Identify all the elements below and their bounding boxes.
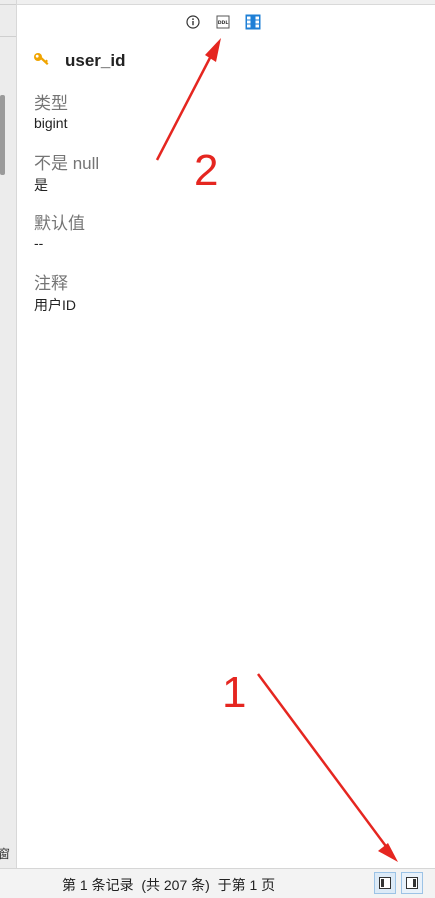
left-divider bbox=[0, 36, 16, 37]
toggle-right-panel-button[interactable] bbox=[401, 872, 423, 894]
field-name: user_id bbox=[65, 51, 126, 70]
panel-right-icon bbox=[406, 874, 418, 893]
field-info-panel: DDL user_id 类型 bigint 不是 null 是 默认值 -- 注… bbox=[17, 4, 435, 869]
field-header: user_id bbox=[33, 51, 125, 71]
annotation-label-1: 1 bbox=[222, 668, 247, 717]
property-label: 不是 null bbox=[34, 154, 100, 173]
panel-left-icon bbox=[379, 874, 391, 893]
left-edge-text: 窗 bbox=[0, 847, 11, 861]
property-label: 默认值 bbox=[34, 214, 85, 233]
property-default: 默认值 -- bbox=[34, 209, 85, 251]
property-value: 用户ID bbox=[34, 297, 76, 313]
annotation-label-2: 2 bbox=[194, 146, 219, 195]
property-value: -- bbox=[34, 235, 44, 251]
status-bar: 第 1 条记录 (共 207 条) 于第 1 页 bbox=[0, 868, 435, 898]
left-scrollbar[interactable] bbox=[0, 95, 5, 175]
record-status-text: 第 1 条记录 (共 207 条) 于第 1 页 bbox=[62, 877, 276, 893]
property-value: bigint bbox=[34, 115, 68, 131]
panel-toolbar: DDL bbox=[185, 13, 261, 31]
ddl-icon[interactable]: DDL bbox=[215, 14, 231, 30]
ddl-icon-label: DDL bbox=[218, 20, 229, 26]
property-not-null: 不是 null 是 bbox=[34, 149, 99, 195]
record-status: 第 1 条记录 (共 207 条) 于第 1 页 bbox=[62, 875, 275, 895]
property-label: 类型 bbox=[34, 94, 68, 113]
left-divider bbox=[0, 4, 16, 5]
property-type: 类型 bigint bbox=[34, 89, 68, 131]
key-icon bbox=[33, 51, 51, 71]
property-value: 是 bbox=[34, 177, 48, 193]
property-comment: 注释 用户ID bbox=[34, 269, 76, 315]
info-icon[interactable] bbox=[185, 14, 201, 30]
property-label: 注释 bbox=[34, 274, 68, 293]
toggle-left-panel-button[interactable] bbox=[374, 872, 396, 894]
columns-icon[interactable] bbox=[245, 14, 261, 30]
